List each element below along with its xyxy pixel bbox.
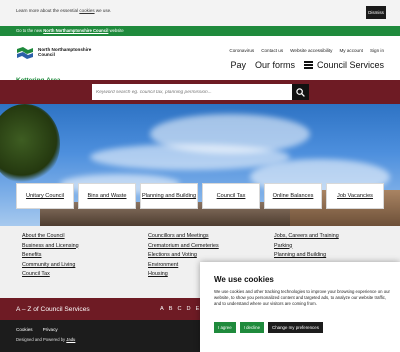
menu-icon [303, 61, 313, 69]
search-band [0, 80, 400, 104]
quick-link-planning-and-building[interactable]: Planning and Building [140, 183, 198, 209]
link-parking[interactable]: Parking [274, 243, 339, 249]
footer-cookies-link[interactable]: Cookies [16, 327, 33, 332]
az-letter-d[interactable]: D [187, 306, 191, 312]
az-letters: A B C D E [160, 306, 199, 312]
link-benefits[interactable]: Benefits [22, 252, 79, 258]
link-about-the-council[interactable]: About the Council [22, 233, 79, 239]
credit-text: Designed and Powered by [16, 337, 66, 342]
az-letter-a[interactable]: A [160, 306, 164, 312]
utility-links: Coronavirus Contact us Website accessibi… [229, 48, 384, 53]
council-name: North Northamptonshire Council [38, 47, 92, 58]
quick-link-job-vacancies[interactable]: Job Vacancies [326, 183, 384, 209]
new-council-banner: Go to the new North Northamptonshire Cou… [0, 26, 400, 36]
az-letter-e[interactable]: E [196, 306, 200, 312]
quick-link-online-balances[interactable]: Online Balances [264, 183, 322, 209]
az-letter-c[interactable]: C [177, 306, 181, 312]
az-letter-b[interactable]: B [169, 306, 173, 312]
cookie-dialog-buttons: I agree I decline Change my preferences [214, 322, 323, 333]
quick-link-council-tax[interactable]: Council Tax [202, 183, 260, 209]
cookie-consent-dialog: We use cookies We use cookies and other … [200, 262, 400, 352]
footer-links: Cookies Privacy [16, 327, 58, 332]
nav-our-forms[interactable]: Our forms [255, 60, 295, 70]
tree-image [0, 104, 60, 184]
link-jobs-careers-and-training[interactable]: Jobs, Careers and Training [274, 233, 339, 239]
nav-pay[interactable]: Pay [230, 60, 246, 70]
quick-links: Unitary Council Bins and Waste Planning … [0, 180, 400, 210]
banner-text: Go to the new [16, 28, 43, 33]
cookie-dialog-body: We use cookies and other tracking techno… [214, 289, 390, 306]
link-elections-and-voting[interactable]: Elections and Voting [148, 252, 219, 258]
quick-link-bins-and-waste[interactable]: Bins and Waste [78, 183, 136, 209]
jadu-link[interactable]: Jadu [66, 337, 75, 342]
footer-privacy-link[interactable]: Privacy [43, 327, 58, 332]
cookie-dialog-title: We use cookies [214, 275, 274, 284]
cookie-notice-message: Learn more about the essential cookies w… [16, 8, 111, 13]
search-input[interactable] [92, 84, 292, 100]
banner-message: Go to the new North Northamptonshire Cou… [16, 28, 124, 33]
nav-council-services-label: Council Services [316, 60, 384, 70]
change-preferences-button[interactable]: Change my preferences [268, 322, 323, 333]
dismiss-button[interactable]: Dismiss [366, 6, 386, 19]
decline-button[interactable]: I decline [239, 322, 265, 333]
agree-button[interactable]: I agree [214, 322, 236, 333]
coronavirus-link[interactable]: Coronavirus [229, 48, 254, 53]
council-logo-icon [16, 46, 34, 60]
cookie-notice-text-end: we use. [95, 8, 112, 13]
quick-link-unitary-council[interactable]: Unitary Council [16, 183, 74, 209]
site-header: North Northamptonshire Council Kettering… [0, 36, 400, 84]
link-councillors-and-meetings[interactable]: Councillors and Meetings [148, 233, 219, 239]
link-planning-and-building[interactable]: Planning and Building [274, 252, 339, 258]
contact-us-link[interactable]: Contact us [261, 48, 283, 53]
cookie-notice-text: Learn more about the essential [16, 8, 79, 13]
link-column-1: About the Council Business and Licensing… [22, 233, 79, 277]
cookie-notice-bar: Learn more about the essential cookies w… [0, 0, 400, 26]
cookies-link[interactable]: cookies [79, 8, 94, 13]
new-council-link[interactable]: North Northamptonshire Council [43, 28, 108, 33]
search-button[interactable] [292, 84, 309, 100]
link-crematorium-and-cemeteries[interactable]: Crematorium and Cemeteries [148, 243, 219, 249]
search-icon [296, 87, 305, 97]
nav-council-services[interactable]: Council Services [303, 60, 384, 70]
banner-text-end: website [109, 28, 124, 33]
council-logo[interactable]: North Northamptonshire Council Kettering… [16, 46, 91, 84]
link-community-and-living[interactable]: Community and Living [22, 262, 79, 268]
footer-credit: Designed and Powered by Jadu [16, 337, 75, 342]
az-title[interactable]: A – Z of Council Services [16, 306, 90, 313]
link-business-and-licensing[interactable]: Business and Licensing [22, 243, 79, 249]
link-column-3: Jobs, Careers and Training Parking Plann… [274, 233, 339, 258]
my-account-link[interactable]: My account [339, 48, 363, 53]
website-accessibility-link[interactable]: Website accessibility [290, 48, 332, 53]
main-nav: Pay Our forms Council Services [230, 60, 384, 70]
sign-in-link[interactable]: Sign in [370, 48, 384, 53]
link-council-tax[interactable]: Council Tax [22, 271, 79, 277]
